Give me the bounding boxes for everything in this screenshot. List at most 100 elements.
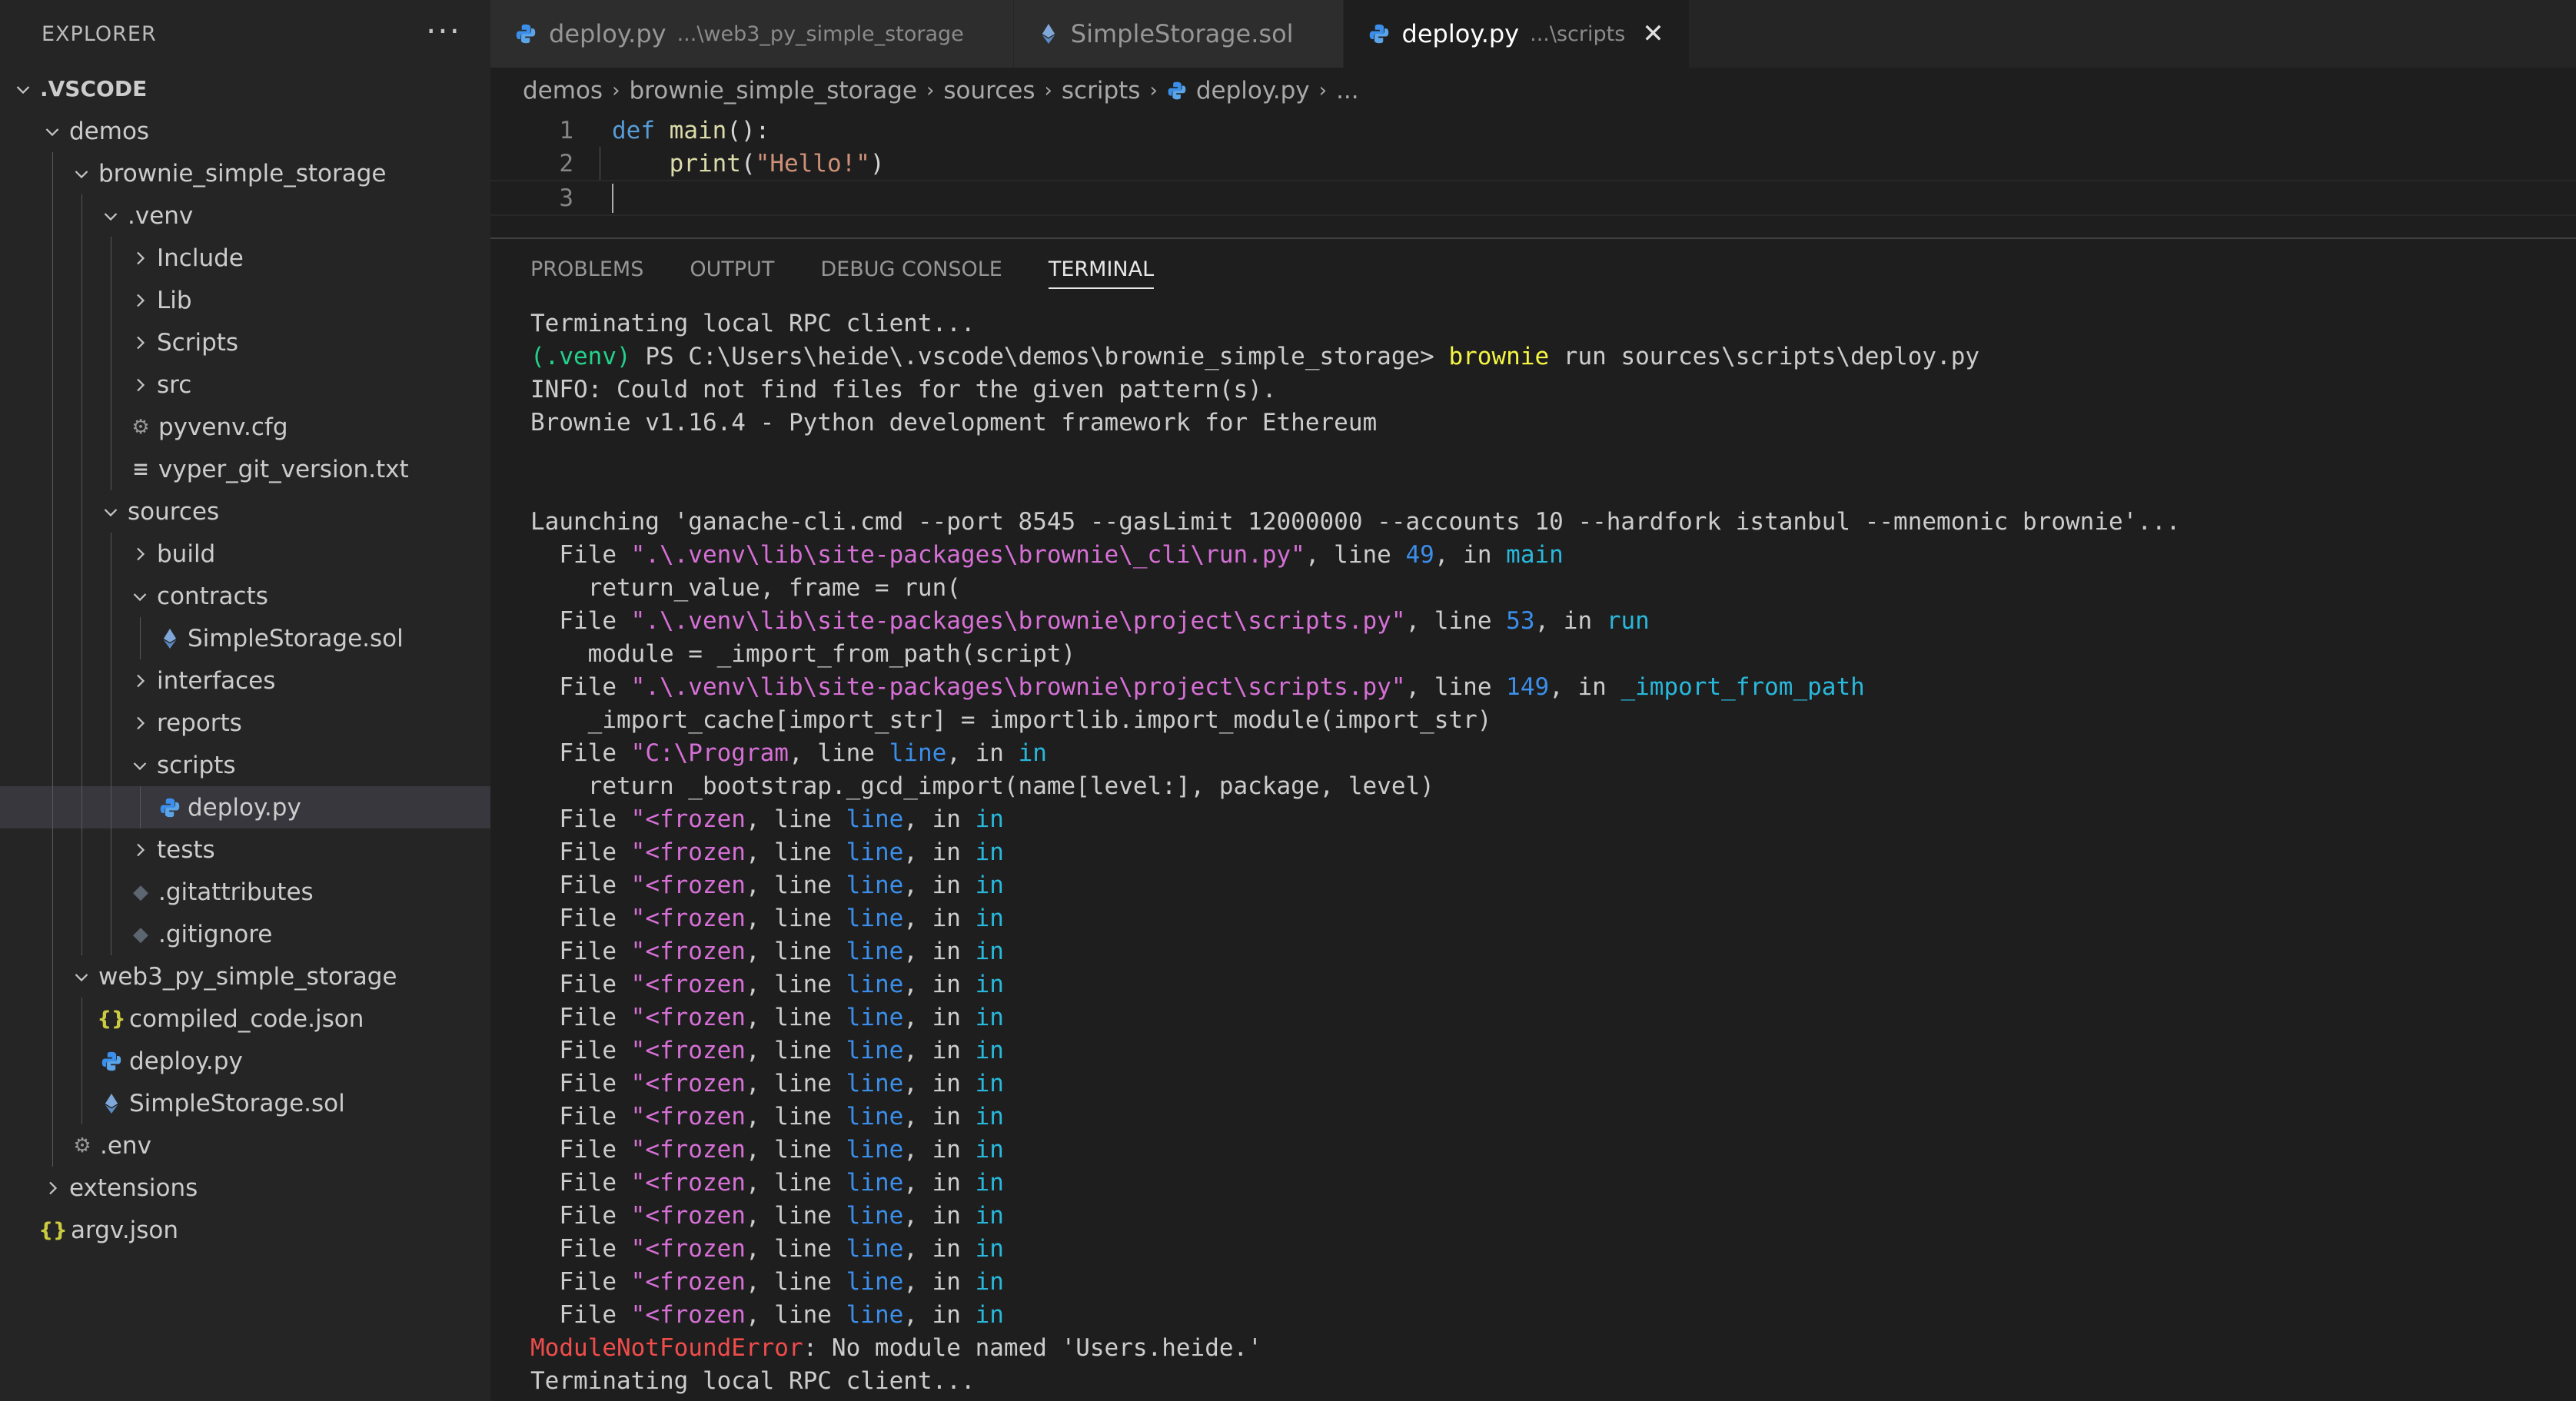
ethereum-icon: [155, 628, 184, 649]
tree-file[interactable]: ⚙ .env: [0, 1124, 490, 1167]
chevron-right-icon[interactable]: [126, 533, 154, 575]
line-number: 1: [559, 116, 573, 144]
tree-folder[interactable]: scripts: [0, 744, 490, 786]
terminal-line: Launching 'ganache-cli.cmd --port 8545 -…: [530, 506, 2560, 539]
chevron-right-icon[interactable]: [126, 828, 154, 871]
breadcrumb-item[interactable]: brownie_simple_storage: [629, 77, 916, 105]
tree-folder[interactable]: demos: [0, 110, 490, 152]
tree-file[interactable]: {} compiled_code.json: [0, 998, 490, 1040]
chevron-right-icon[interactable]: [38, 1167, 66, 1209]
tree-folder[interactable]: reports: [0, 702, 490, 744]
terminal-text: "<frozen: [630, 905, 746, 932]
tab-terminal[interactable]: TERMINAL: [1048, 240, 1155, 298]
tree-folder[interactable]: .VSCODE: [0, 68, 490, 110]
terminal-text: in: [975, 905, 1004, 932]
terminal-text: line: [846, 871, 904, 899]
panel-divider[interactable]: [490, 237, 2576, 239]
chevron-down-icon[interactable]: [68, 955, 95, 998]
chevron-down-icon[interactable]: [97, 194, 125, 237]
tree-item-label: .gitattributes: [158, 878, 314, 906]
tree-folder[interactable]: Lib: [0, 279, 490, 321]
terminal-text: Terminating local RPC client...: [530, 310, 976, 337]
tree-file[interactable]: SimpleStorage.sol: [0, 1082, 490, 1124]
close-icon[interactable]: ✕: [1642, 18, 1664, 49]
chevron-right-icon[interactable]: [126, 364, 154, 406]
editor-tab[interactable]: SimpleStorage.sol: [1013, 0, 1344, 68]
tab-problems[interactable]: PROBLEMS: [530, 240, 643, 298]
text-cursor: [612, 183, 613, 213]
chevron-down-icon[interactable]: [97, 490, 125, 533]
chevron-right-icon[interactable]: [126, 279, 154, 321]
code-editor[interactable]: 1 def main(): 2 print("Hello!") 3: [490, 114, 2576, 223]
breadcrumb-item[interactable]: sources: [943, 77, 1035, 105]
terminal-line: Brownie v1.16.4 - Python development fra…: [530, 407, 2560, 440]
breadcrumb-item[interactable]: demos: [523, 77, 603, 105]
terminal-text: File: [530, 1235, 631, 1263]
chevron-down-icon[interactable]: [68, 152, 95, 194]
tree-folder[interactable]: interfaces: [0, 659, 490, 702]
terminal-text: File: [530, 1070, 631, 1097]
chevron-down-icon[interactable]: [126, 575, 154, 617]
editor-tab[interactable]: deploy.py ...\web3_py_simple_storage: [490, 0, 1014, 68]
tree-folder[interactable]: extensions: [0, 1167, 490, 1209]
chevron-right-icon[interactable]: [126, 659, 154, 702]
terminal-text: , line: [1305, 541, 1406, 569]
tree-folder[interactable]: web3_py_simple_storage: [0, 955, 490, 998]
code-line[interactable]: 2 print("Hello!"): [490, 147, 2576, 180]
tree-folder[interactable]: tests: [0, 828, 490, 871]
indent-guide: [81, 659, 82, 702]
tree-folder[interactable]: Scripts: [0, 321, 490, 364]
tree-file[interactable]: deploy.py: [0, 786, 490, 828]
tab-label: deploy.py: [1401, 19, 1520, 48]
json-icon: {}: [97, 1007, 126, 1031]
chevron-right-icon[interactable]: [126, 237, 154, 279]
indent-guide: [52, 237, 53, 279]
tree-file[interactable]: ◆ .gitattributes: [0, 871, 490, 913]
terminal-text: : No module named 'Users.heide.': [803, 1334, 1262, 1362]
line-number: 2: [559, 149, 573, 178]
terminal-line: File "<frozen, line line, in in: [530, 1200, 2560, 1233]
code-token: ): [869, 149, 885, 178]
indent-guide: [52, 321, 53, 364]
tree-file[interactable]: ≡ vyper_git_version.txt: [0, 448, 490, 490]
tree-file[interactable]: ⚙ pyvenv.cfg: [0, 406, 490, 448]
tree-file[interactable]: ◆ .gitignore: [0, 913, 490, 955]
git-icon: ◆: [133, 880, 148, 904]
tree-file[interactable]: SimpleStorage.sol: [0, 617, 490, 659]
tree-item-label: sources: [128, 497, 220, 526]
tree-item-label: compiled_code.json: [129, 1004, 364, 1033]
code-line[interactable]: 1 def main():: [490, 114, 2576, 147]
indent-guide: [52, 1124, 53, 1167]
breadcrumb-item[interactable]: ...: [1336, 77, 1359, 105]
terminal-output[interactable]: Terminating local RPC client... (.venv) P…: [530, 307, 2560, 1401]
tree-file[interactable]: deploy.py: [0, 1040, 490, 1082]
terminal-text: run sources\scripts\deploy.py: [1549, 343, 1980, 370]
terminal-text: , line: [745, 1004, 846, 1031]
tree-folder[interactable]: build: [0, 533, 490, 575]
tree-file[interactable]: {} argv.json: [0, 1209, 490, 1251]
chevron-right-icon: ›: [612, 79, 620, 102]
chevron-right-icon[interactable]: [126, 321, 154, 364]
tree-folder[interactable]: contracts: [0, 575, 490, 617]
chevron-down-icon[interactable]: [126, 744, 154, 786]
more-actions-icon[interactable]: ···: [426, 15, 461, 48]
tree-folder[interactable]: Include: [0, 237, 490, 279]
tree-folder[interactable]: src: [0, 364, 490, 406]
breadcrumb-item[interactable]: deploy.py: [1196, 77, 1310, 105]
editor-tab[interactable]: deploy.py ...\scripts ✕: [1343, 0, 1690, 68]
terminal-line: File "C:\Program, line line, in in: [530, 737, 2560, 770]
chevron-down-icon[interactable]: [9, 68, 37, 110]
code-line[interactable]: 3: [490, 180, 2576, 216]
indent-guide: [81, 1082, 82, 1124]
indent-guide: [52, 998, 53, 1040]
ethereum-icon: [97, 1093, 126, 1114]
tab-output[interactable]: OUTPUT: [690, 240, 774, 298]
tree-folder[interactable]: brownie_simple_storage: [0, 152, 490, 194]
tree-folder[interactable]: .venv: [0, 194, 490, 237]
chevron-right-icon[interactable]: [126, 702, 154, 744]
tab-debug-console[interactable]: DEBUG CONSOLE: [820, 240, 1002, 298]
tree-folder[interactable]: sources: [0, 490, 490, 533]
breadcrumb-item[interactable]: scripts: [1062, 77, 1141, 105]
chevron-down-icon[interactable]: [38, 110, 66, 152]
